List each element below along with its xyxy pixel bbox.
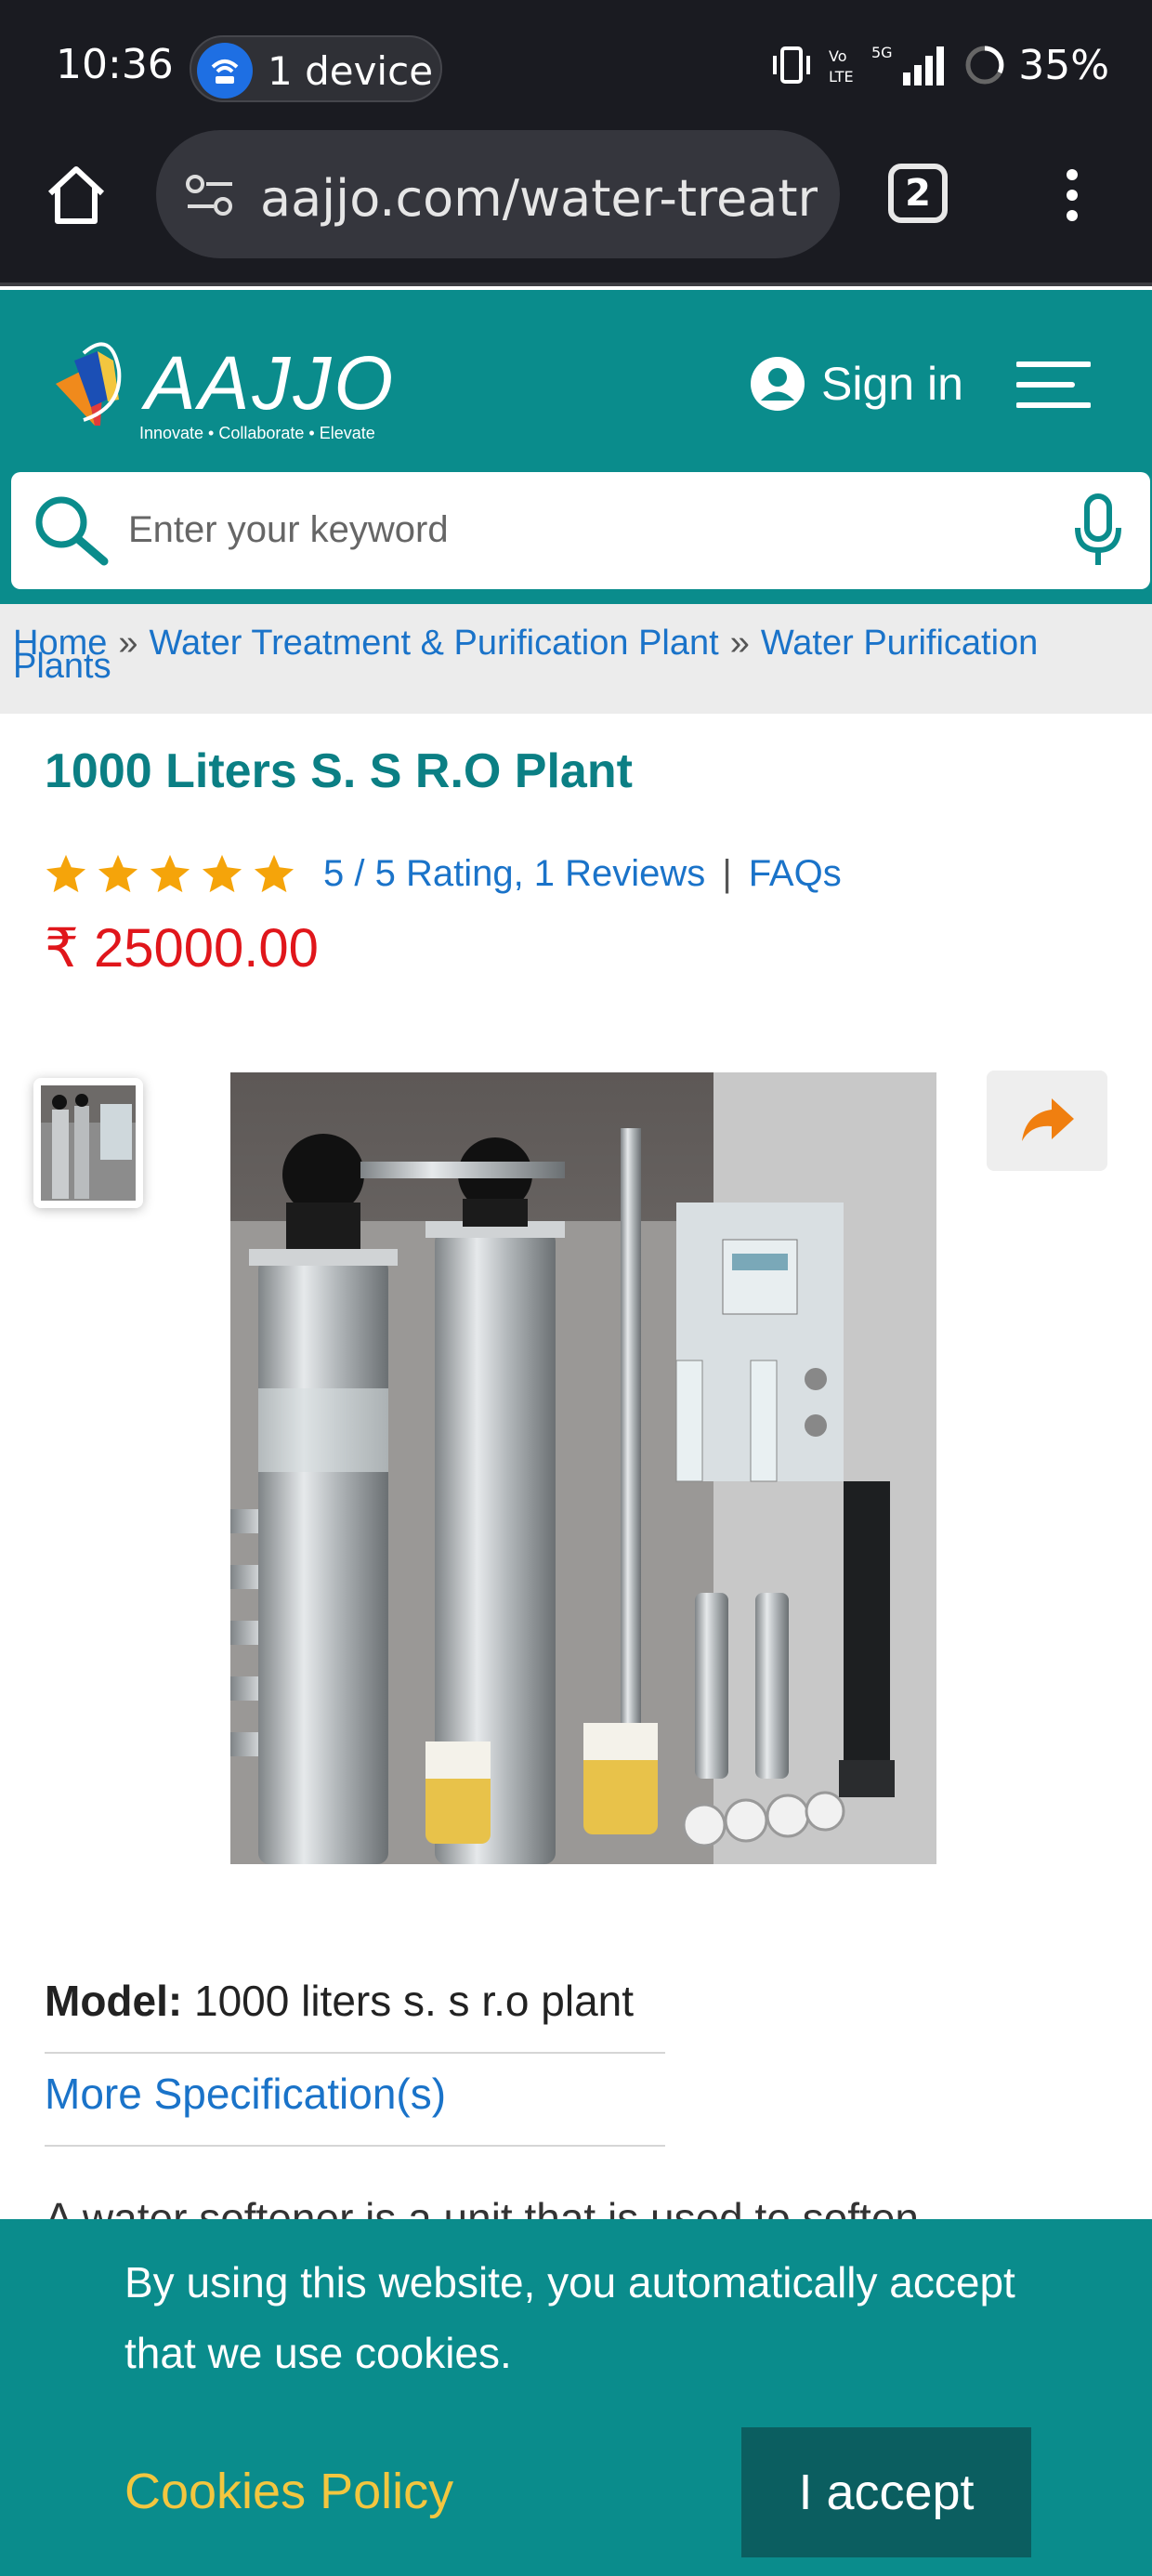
more-vert-icon: [1067, 169, 1078, 221]
logo-mark-icon: [56, 342, 122, 426]
cookies-policy-link[interactable]: Cookies Policy: [124, 2463, 453, 2520]
site-logo[interactable]: AAJJO Innovate • Collaborate • Elevate: [46, 333, 399, 444]
svg-text:LTE: LTE: [829, 68, 854, 85]
logo-tagline: Innovate • Collaborate • Elevate: [139, 424, 375, 442]
home-button[interactable]: [43, 162, 110, 229]
breadcrumb-separator: »: [729, 624, 750, 663]
status-bar: 10:36 1 device Vo LTE 5G 35%: [0, 0, 1152, 130]
site-header: AAJJO Innovate • Collaborate • Elevate S…: [0, 290, 1152, 604]
vibrate-icon: [773, 46, 811, 84]
breadcrumb: Home» Water Treatment & Purification Plan…: [0, 604, 1152, 714]
more-specifications-link[interactable]: More Specification(s): [45, 2069, 665, 2147]
tab-switcher-button[interactable]: 2: [888, 164, 948, 223]
status-icons: Vo LTE 5G 35%: [769, 37, 1109, 93]
star-icon: [254, 854, 295, 893]
battery-icon: [965, 46, 1004, 85]
sign-in-link[interactable]: Sign in: [751, 351, 963, 416]
search-input[interactable]: [126, 500, 962, 559]
breadcrumb-separator: »: [118, 624, 138, 663]
model-value: 1000 liters s. s r.o plant: [193, 1977, 635, 2025]
site-settings-icon[interactable]: [184, 173, 236, 217]
share-button[interactable]: [987, 1071, 1107, 1171]
device-pill: 1 device: [190, 35, 442, 102]
accept-cookies-button[interactable]: I accept: [741, 2427, 1031, 2557]
breadcrumb-water-treatment[interactable]: Water Treatment & Purification Plant: [150, 624, 719, 663]
hotspot-icon: [197, 43, 253, 99]
rating-row: 5 / 5 Rating, 1 Reviews | FAQs: [45, 846, 842, 901]
rating-stars: [45, 853, 295, 894]
microphone-icon[interactable]: [1070, 491, 1126, 569]
cookie-banner: By using this website, you automatically…: [0, 2219, 1152, 2576]
breadcrumb-water-purification[interactable]: Water Purification: [761, 624, 1038, 663]
signal-5g-icon: 5G: [871, 44, 945, 85]
site-menu-button[interactable]: [1015, 359, 1092, 411]
star-icon: [202, 854, 242, 893]
faqs-link[interactable]: FAQs: [749, 853, 842, 895]
home-icon: [47, 166, 105, 224]
rating-divider: |: [722, 852, 732, 894]
share-arrow-icon: [1022, 1098, 1074, 1141]
star-icon: [98, 854, 138, 893]
user-icon: [751, 357, 805, 411]
url-text[interactable]: aajjo.com/water-treatme: [260, 169, 818, 228]
model-row: Model: 1000 liters s. s r.o plant: [45, 1976, 665, 2054]
status-time: 10:36: [56, 41, 174, 88]
breadcrumb-plants[interactable]: Plants: [13, 647, 111, 687]
volte-icon: Vo LTE: [829, 47, 854, 85]
star-icon: [150, 854, 190, 893]
battery-percent: 35%: [1018, 41, 1109, 89]
model-label: Model:: [45, 1977, 183, 2025]
svg-text:5G: 5G: [871, 44, 893, 61]
logo-wordmark: AAJJO: [145, 341, 397, 426]
browser-menu-button[interactable]: [1059, 162, 1085, 229]
product-main-image[interactable]: [230, 1072, 936, 1864]
product-price: ₹ 25000.00: [45, 918, 319, 979]
url-bar[interactable]: aajjo.com/water-treatme: [156, 130, 840, 258]
device-pill-label: 1 device: [268, 48, 434, 94]
rating-text[interactable]: 5 / 5 Rating, 1 Reviews: [323, 853, 705, 895]
browser-toolbar: aajjo.com/water-treatme 2: [0, 130, 1152, 286]
hamburger-icon: [1015, 361, 1092, 408]
search-icon[interactable]: [30, 491, 113, 569]
svg-text:Vo: Vo: [829, 47, 847, 65]
product-title: 1000 Liters S. S R.O Plant: [45, 744, 633, 798]
search-bar: [11, 472, 1150, 589]
product-thumbnail[interactable]: [33, 1078, 143, 1208]
sign-in-label: Sign in: [821, 358, 963, 410]
cookie-message: By using this website, you automatically…: [124, 2258, 1015, 2377]
star-icon: [46, 854, 86, 893]
